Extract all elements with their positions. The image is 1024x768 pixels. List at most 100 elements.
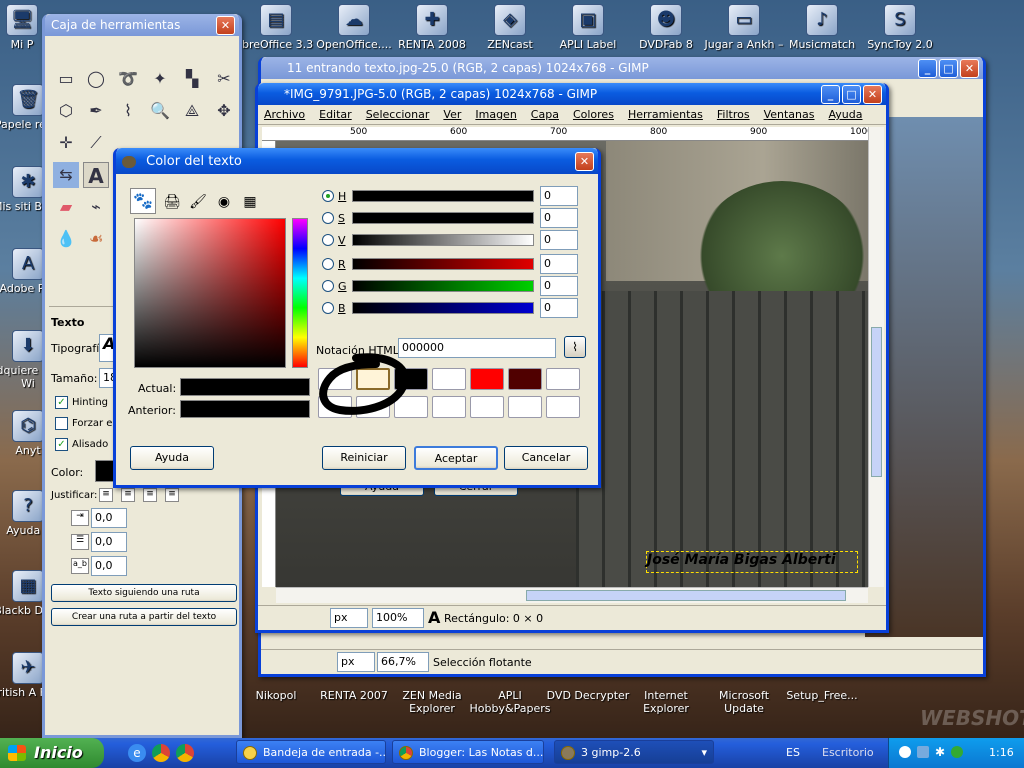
eyedropper-button[interactable]: ⌇ — [564, 336, 586, 358]
channel-s-slider[interactable] — [352, 212, 534, 224]
zoom-icon[interactable]: 🔍 — [147, 98, 173, 124]
scissors-icon[interactable]: ✂ — [211, 66, 237, 92]
maximize-button[interactable]: □ — [842, 85, 861, 104]
airbrush-icon[interactable]: ⌁ — [83, 194, 109, 220]
reset-button[interactable]: Reiniciar — [322, 446, 406, 470]
horizontal-scrollbar[interactable] — [276, 587, 868, 603]
tray-icon[interactable] — [917, 746, 929, 758]
channel-r-radio[interactable] — [322, 258, 334, 270]
channel-g-slider[interactable] — [352, 280, 534, 292]
gimp-back-titlebar[interactable]: 11 entrando texto.jpg-25.0 (RGB, 2 capas… — [261, 57, 983, 79]
antialias-checkbox[interactable]: ✓ — [55, 438, 68, 451]
unit-select[interactable]: px — [330, 608, 368, 628]
desktop-icon[interactable]: ▣ APLI Label — [546, 4, 630, 51]
ellipse-select-icon[interactable]: ◯ — [83, 66, 109, 92]
history-color[interactable] — [546, 396, 580, 418]
language-indicator[interactable]: ES — [786, 746, 800, 759]
knife-icon[interactable]: ⟋ — [83, 130, 109, 156]
task-gimp[interactable]: 3 gimp-2.6 ▾ — [554, 740, 714, 764]
justify-fill-icon[interactable]: ≡ — [165, 488, 179, 502]
minimize-button[interactable]: _ — [821, 85, 840, 104]
menu-ayuda[interactable]: Ayuda — [829, 108, 863, 121]
cmyk-selector-tab[interactable]: 🖨 — [160, 190, 184, 214]
maximize-button[interactable]: □ — [939, 59, 958, 78]
channel-r-value[interactable]: 0 — [540, 254, 578, 274]
channel-v-radio[interactable] — [322, 234, 334, 246]
justify-left-icon[interactable]: ≡ — [99, 488, 113, 502]
watercolor-selector-tab[interactable]: 🖌 — [186, 190, 210, 214]
desktop-icon-apli-hobby[interactable]: APLI Hobby&Papers — [468, 687, 552, 715]
close-button[interactable]: ✕ — [863, 85, 882, 104]
magic-wand-icon[interactable]: ✦ — [147, 66, 173, 92]
desktop-icon-ms-update[interactable]: Microsoft Update — [702, 687, 786, 715]
quicklaunch-chrome2-icon[interactable] — [176, 744, 194, 762]
vertical-scrollbar[interactable] — [868, 127, 884, 587]
zoom-select[interactable]: 100% — [372, 608, 424, 628]
menu-editar[interactable]: Editar — [319, 108, 352, 121]
gimp-main-titlebar[interactable]: *IMG_9791.JPG-5.0 (RGB, 2 capas) 1024x76… — [258, 83, 886, 105]
channel-r-slider[interactable] — [352, 258, 534, 270]
desktop-icon[interactable]: ☻ DVDFab 8 — [624, 4, 708, 51]
desktop-icon-dvd-decrypter[interactable]: DVD Decrypter — [546, 687, 630, 702]
history-color[interactable] — [432, 368, 466, 390]
text-along-path-button[interactable]: Texto siguiendo una ruta — [51, 584, 237, 602]
justify-right-icon[interactable]: ≡ — [121, 488, 135, 502]
channel-b-radio[interactable] — [322, 302, 334, 314]
path-icon[interactable]: ⬡ — [53, 98, 79, 124]
force-checkbox[interactable] — [55, 417, 68, 430]
task-mail[interactable]: Bandeja de entrada -... — [236, 740, 386, 764]
desktop-icon[interactable]: ✚ RENTA 2008 — [390, 4, 474, 51]
history-color[interactable] — [432, 396, 466, 418]
desktop-icon-renta-2007[interactable]: RENTA 2007 — [312, 687, 396, 702]
path-from-text-button[interactable]: Crear una ruta a partir del texto — [51, 608, 237, 626]
eyedropper-icon[interactable]: ⌇ — [115, 98, 141, 124]
channel-b-slider[interactable] — [352, 302, 534, 314]
smudge-icon[interactable]: ☙ — [83, 226, 109, 252]
channel-h-value[interactable]: 0 — [540, 186, 578, 206]
channel-h-radio[interactable] — [322, 190, 334, 202]
help-button[interactable]: Ayuda — [130, 446, 214, 470]
measure-icon[interactable]: ⟁ — [179, 98, 205, 124]
flip-icon[interactable]: ⇆ — [53, 162, 79, 188]
hinting-checkbox[interactable]: ✓ — [55, 396, 68, 409]
tray-icon[interactable] — [899, 746, 911, 758]
unit-select[interactable]: px — [337, 652, 375, 672]
channel-g-radio[interactable] — [322, 280, 334, 292]
close-button[interactable]: ✕ — [216, 16, 235, 35]
close-button[interactable]: ✕ — [575, 152, 594, 171]
quicklaunch-chrome-icon[interactable] — [152, 744, 170, 762]
html-notation-field[interactable]: 000000 — [398, 338, 556, 358]
close-button[interactable]: ✕ — [960, 59, 979, 78]
pen-icon[interactable]: ✒ — [83, 98, 109, 124]
desktop-icon-zen-media[interactable]: ZEN Media Explorer — [390, 687, 474, 715]
desktop-icon[interactable]: ▤ ibreOffice 3.3 — [234, 4, 318, 51]
tray-icon[interactable] — [951, 746, 963, 758]
menu-imagen[interactable]: Imagen — [475, 108, 516, 121]
cancel-button[interactable]: Cancelar — [504, 446, 588, 470]
line-spacing-field[interactable]: 0,0 — [91, 532, 127, 552]
palette-selector-tab[interactable]: ▦ — [238, 190, 262, 214]
zoom-select[interactable]: 66,7% — [377, 652, 429, 672]
channel-s-value[interactable]: 0 — [540, 208, 578, 228]
quicklaunch-ie-icon[interactable]: e — [128, 744, 146, 762]
align-icon[interactable]: ✛ — [53, 130, 79, 156]
color-dialog[interactable]: Color del texto ✕ 🐾 🖨 🖌 ◉ ▦ Actual: Ante… — [113, 148, 601, 488]
start-button[interactable]: Inicio — [0, 738, 104, 768]
desktop-icon-ie[interactable]: Internet Explorer — [624, 687, 708, 715]
blur-icon[interactable]: 💧 — [53, 226, 79, 252]
history-color[interactable] — [508, 396, 542, 418]
channel-h-slider[interactable] — [352, 190, 534, 202]
color-dialog-titlebar[interactable]: Color del texto ✕ — [116, 148, 598, 174]
menu-colores[interactable]: Colores — [573, 108, 614, 121]
menu-seleccionar[interactable]: Seleccionar — [366, 108, 430, 121]
history-color[interactable] — [470, 368, 504, 390]
menu-herramientas[interactable]: Herramientas — [628, 108, 703, 121]
rect-select-icon[interactable]: ▭ — [53, 66, 79, 92]
indent-field[interactable]: 0,0 — [91, 508, 127, 528]
toolbox-titlebar[interactable]: Caja de herramientas ✕ — [45, 14, 239, 36]
desktop-icon[interactable]: S SyncToy 2.0 — [858, 4, 942, 51]
menu-capa[interactable]: Capa — [531, 108, 559, 121]
hue-strip[interactable] — [292, 218, 308, 368]
channel-g-value[interactable]: 0 — [540, 276, 578, 296]
desktop-icon[interactable]: ◈ ZENcast — [468, 4, 552, 51]
